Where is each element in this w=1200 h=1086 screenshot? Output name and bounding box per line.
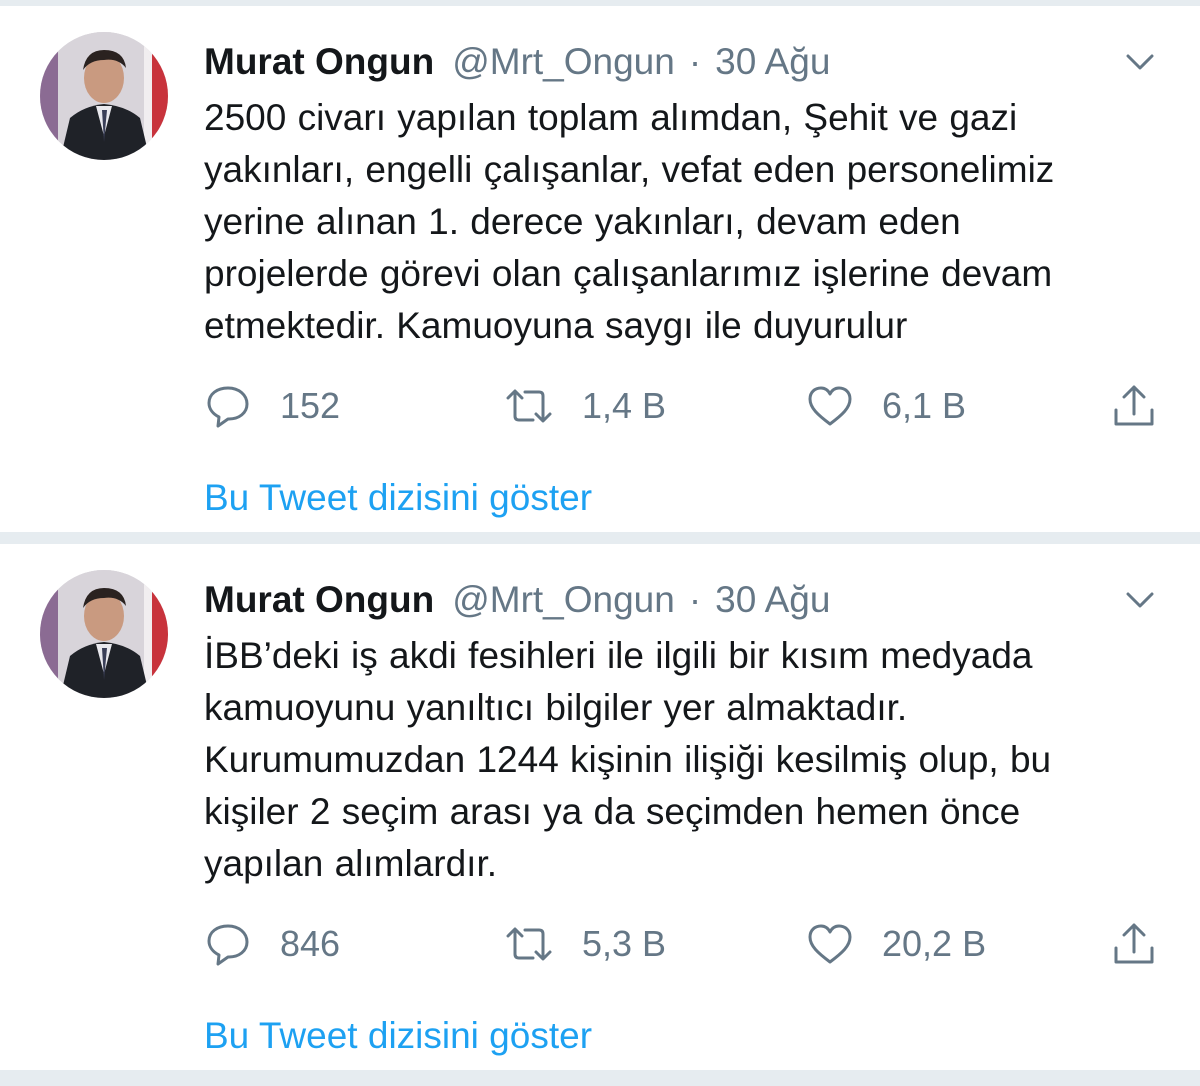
reply-count: 846 [280,923,341,964]
like-count: 20,2 B [882,923,987,964]
tweet-text-line: etmektedir. Kamuoyuna saygı ile duyurulu… [204,305,908,346]
author-handle[interactable]: @Mrt_Ongun [452,576,675,624]
tweet-header: Murat Ongun @Mrt_Ongun · 30 Ağu [204,38,830,86]
like-button[interactable]: 20,2 B [806,916,986,972]
tweet-header: Murat Ongun @Mrt_Ongun · 30 Ağu [204,576,830,624]
author-name[interactable]: Murat Ongun [204,38,434,86]
reply-button[interactable]: 152 [204,378,340,434]
chevron-down-icon[interactable] [1122,50,1158,74]
tweet-text: İBB’deki iş akdi fesihleri ile ilgili bi… [204,630,1174,890]
retweet-count: 5,3 B [582,923,667,964]
share-button[interactable] [1110,916,1158,972]
avatar[interactable] [40,32,168,160]
separator-dot: · [688,579,702,620]
heart-icon [808,386,852,426]
tweet-time[interactable]: 30 Ağu [715,38,830,86]
tweet[interactable]: Murat Ongun @Mrt_Ongun · 30 Ağu 2500 civ… [0,6,1200,532]
retweet-icon [506,389,552,423]
author-handle[interactable]: @Mrt_Ongun [452,38,675,86]
reply-button[interactable]: 846 [204,916,340,972]
show-thread-link[interactable]: Bu Tweet dizisini göster [204,1012,592,1060]
share-icon [1114,385,1154,426]
tweet-actions: 846 5,3 B 20,2 B [204,916,1164,972]
avatar[interactable] [40,570,168,698]
retweet-icon [506,927,552,961]
chevron-down-icon[interactable] [1122,588,1158,612]
author-name[interactable]: Murat Ongun [204,576,434,624]
tweet-actions: 152 1,4 B 6,1 B [204,378,1164,434]
bottom-divider [0,1070,1200,1086]
show-thread-link[interactable]: Bu Tweet dizisini göster [204,474,592,522]
heart-icon [808,924,852,964]
separator-dot: · [688,41,702,82]
tweet-text-line: yapılan alımlardır. [204,843,498,884]
reply-icon [207,924,249,966]
share-icon [1114,923,1154,964]
tweet[interactable]: Murat Ongun @Mrt_Ongun · 30 Ağu İBB’deki… [0,544,1200,1070]
like-button[interactable]: 6,1 B [806,378,966,434]
reply-count: 152 [280,385,341,426]
like-count: 6,1 B [882,385,967,426]
tweet-text-line: İBB’deki iş akdi fesihleri ile ilgili bi… [204,635,1033,676]
avatar-photo [40,32,168,160]
share-button[interactable] [1110,378,1158,434]
tweet-text: 2500 civarı yapılan toplam alımdan, Şehi… [204,92,1174,352]
tweet-text-line: kamuoyunu yanıltıcı bilgiler yer almakta… [204,687,908,728]
retweet-count: 1,4 B [582,385,667,426]
retweet-button[interactable]: 1,4 B [504,378,666,434]
tweet-text-line: Kurumumuzdan 1244 kişinin ilişiği kesilm… [204,739,1052,780]
avatar-photo [40,570,168,698]
reply-icon [207,386,249,428]
tweet-time[interactable]: 30 Ağu [715,576,830,624]
tweet-text-line: projelerde görevi olan çalışanlarımız iş… [204,253,1053,294]
tweet-text-line: kişiler 2 seçim arası ya da seçimden hem… [204,791,1021,832]
tweet-text-line: yerine alınan 1. derece yakınları, devam… [204,201,961,242]
tweet-divider [0,532,1200,544]
retweet-button[interactable]: 5,3 B [504,916,666,972]
tweet-text-line: 2500 civarı yapılan toplam alımdan, Şehi… [204,97,1018,138]
tweet-text-line: yakınları, engelli çalışanlar, vefat ede… [204,149,1055,190]
tweet-feed: Murat Ongun @Mrt_Ongun · 30 Ağu 2500 civ… [0,0,1200,1086]
